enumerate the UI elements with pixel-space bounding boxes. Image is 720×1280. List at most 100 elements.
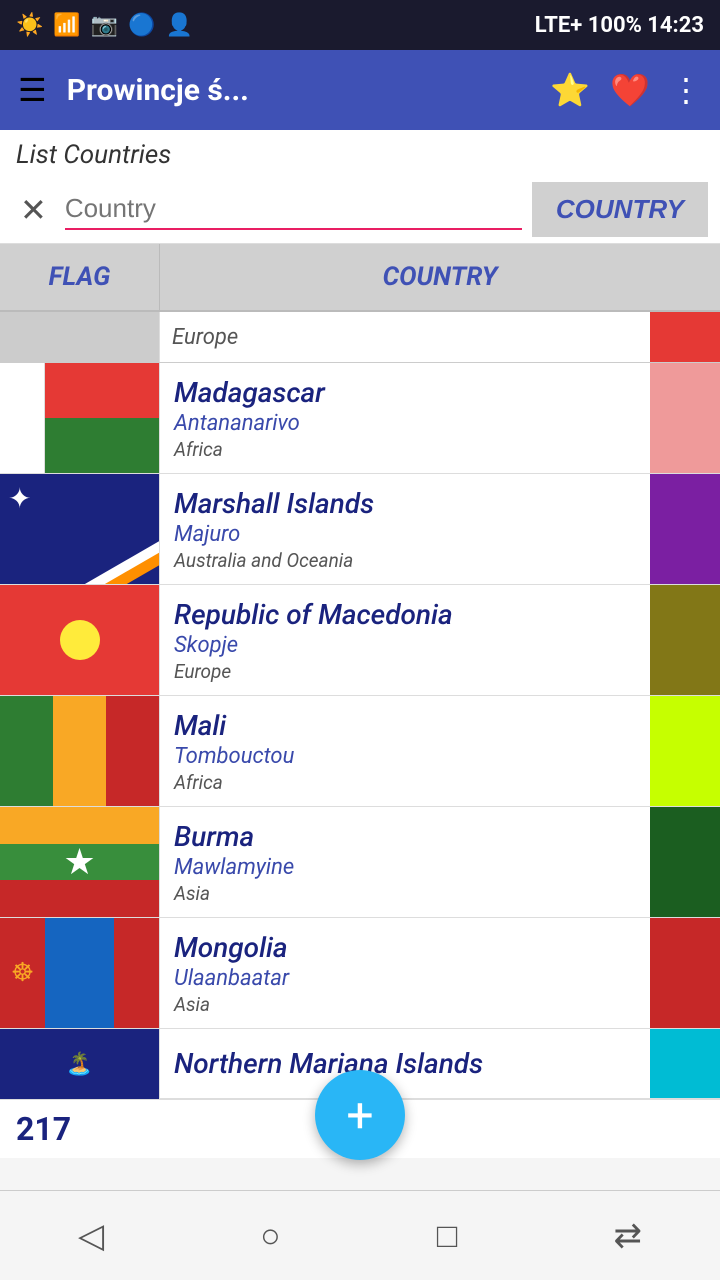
list-countries-header: List Countries [0, 130, 720, 176]
flag-right [45, 363, 159, 473]
heart-icon[interactable]: ❤️ [610, 71, 650, 109]
country-name: Republic of Macedonia [174, 598, 636, 631]
country-capital: Majuro [174, 522, 636, 547]
flag-red-stripe [45, 363, 159, 418]
star-icon[interactable]: ⭐ [550, 71, 590, 109]
column-headers: FLAG COUNTRY [0, 244, 720, 312]
flag-green-stripe [45, 418, 159, 473]
color-indicator [650, 1029, 720, 1098]
home-button[interactable]: ○ [250, 1206, 291, 1266]
flag-red [0, 880, 159, 917]
flag-symbol: 🏝️ [66, 1052, 93, 1077]
wifi-icon: 📶 [53, 13, 80, 38]
flag-nmi: 🏝️ [0, 1029, 159, 1099]
country-name: Mongolia [174, 931, 636, 964]
country-continent: Asia [174, 993, 636, 1016]
flag-white-stripe [0, 363, 45, 473]
partial-continent: Europe [172, 325, 238, 350]
list-item[interactable]: ★ Burma Mawlamyine Asia [0, 807, 720, 918]
partial-country-info: Europe [160, 319, 650, 356]
camera-icon: 📷 [91, 13, 118, 38]
list-item[interactable]: Republic of Macedonia Skopje Europe [0, 585, 720, 696]
status-right: LTE+ 100% 14:23 [535, 13, 704, 38]
soyombo-symbol: ☸ [11, 958, 34, 988]
status-bar: ☀️ 📶 📷 🔵 👤 LTE+ 100% 14:23 [0, 0, 720, 50]
flag-cell-nmi: 🏝️ [0, 1029, 160, 1099]
flag-cell-mali [0, 696, 160, 806]
country-name: Mali [174, 709, 636, 742]
country-capital: Antananarivo [174, 411, 636, 436]
partial-europe-row: Europe [0, 312, 720, 363]
flag-red-right [114, 918, 159, 1028]
country-capital: Mawlamyine [174, 855, 636, 880]
color-indicator [650, 918, 720, 1028]
country-continent: Asia [174, 882, 636, 905]
country-continent: Europe [174, 660, 636, 683]
search-input[interactable] [65, 189, 522, 230]
flag-cell-marshall: ✦ [0, 474, 160, 584]
list-item[interactable]: ✦ Marshall Islands Majuro Australia and … [0, 474, 720, 585]
country-capital: Ulaanbaatar [174, 966, 636, 991]
fab-plus-icon: + [346, 1087, 373, 1144]
status-text: LTE+ 100% 14:23 [535, 13, 704, 38]
country-capital: Tombouctou [174, 744, 636, 769]
flag-sun [60, 620, 100, 660]
country-name: Burma [174, 820, 636, 853]
list-item[interactable]: Mali Tombouctou Africa [0, 696, 720, 807]
flag-star: ★ [63, 841, 95, 883]
partial-color-indicator [650, 312, 720, 362]
country-info-burma: Burma Mawlamyine Asia [160, 807, 650, 917]
country-filter-button[interactable]: COUNTRY [532, 182, 708, 237]
share-button[interactable]: ⇄ [603, 1206, 652, 1266]
color-indicator [650, 696, 720, 806]
app-bar-actions: ⭐ ❤️ ⋮ [550, 71, 702, 109]
search-row: ✕ COUNTRY [0, 176, 720, 244]
flag-red [106, 696, 159, 806]
country-continent: Africa [174, 438, 636, 461]
flag-cell-madagascar [0, 363, 160, 473]
flag-cell-macedonia [0, 585, 160, 695]
color-indicator [650, 474, 720, 584]
country-info-madagascar: Madagascar Antananarivo Africa [160, 363, 650, 473]
color-indicator [650, 585, 720, 695]
partial-flag-cell [0, 312, 160, 362]
country-column-header[interactable]: COUNTRY [160, 244, 720, 310]
country-info-marshall: Marshall Islands Majuro Australia and Oc… [160, 474, 650, 584]
clear-button[interactable]: ✕ [12, 187, 55, 233]
country-name: Madagascar [174, 376, 636, 409]
list-item[interactable]: ☸ Mongolia Ulaanbaatar Asia [0, 918, 720, 1029]
country-info-mali: Mali Tombouctou Africa [160, 696, 650, 806]
app-bar: ☰ Prowincje ś... ⭐ ❤️ ⋮ [0, 50, 720, 130]
country-continent: Africa [174, 771, 636, 794]
flag-blue [45, 918, 114, 1028]
country-info-macedonia: Republic of Macedonia Skopje Europe [160, 585, 650, 695]
app-title: Prowincje ś... [67, 73, 531, 108]
more-icon[interactable]: ⋮ [670, 71, 702, 109]
color-indicator [650, 363, 720, 473]
flag-yellow [53, 696, 106, 806]
status-left-icons: ☀️ 📶 📷 🔵 👤 [16, 13, 193, 38]
bottom-nav: ◁ ○ □ ⇄ [0, 1190, 720, 1280]
country-capital: Skopje [174, 633, 636, 658]
flag-column-header[interactable]: FLAG [0, 244, 160, 310]
flag-cell-burma: ★ [0, 807, 160, 917]
bluetooth-icon: 🔵 [128, 13, 155, 38]
color-indicator [650, 807, 720, 917]
flag-cell-mongolia: ☸ [0, 918, 160, 1028]
flag-star: ✦ [8, 482, 31, 515]
country-name: Marshall Islands [174, 487, 636, 520]
list-item[interactable]: Madagascar Antananarivo Africa [0, 363, 720, 474]
country-info-nmi: Northern Mariana Islands [160, 1029, 650, 1098]
flag-yellow [0, 807, 159, 844]
recents-button[interactable]: □ [427, 1206, 468, 1266]
flag-green [0, 696, 53, 806]
country-info-mongolia: Mongolia Ulaanbaatar Asia [160, 918, 650, 1028]
back-button[interactable]: ◁ [68, 1206, 114, 1266]
user-icon: 👤 [166, 13, 193, 38]
fab-add-button[interactable]: + [315, 1070, 405, 1160]
country-name: Northern Mariana Islands [174, 1047, 636, 1080]
country-continent: Australia and Oceania [174, 549, 636, 572]
notification-icon: ☀️ [16, 13, 43, 38]
menu-icon[interactable]: ☰ [18, 71, 47, 109]
flag-red-left: ☸ [0, 918, 45, 1028]
